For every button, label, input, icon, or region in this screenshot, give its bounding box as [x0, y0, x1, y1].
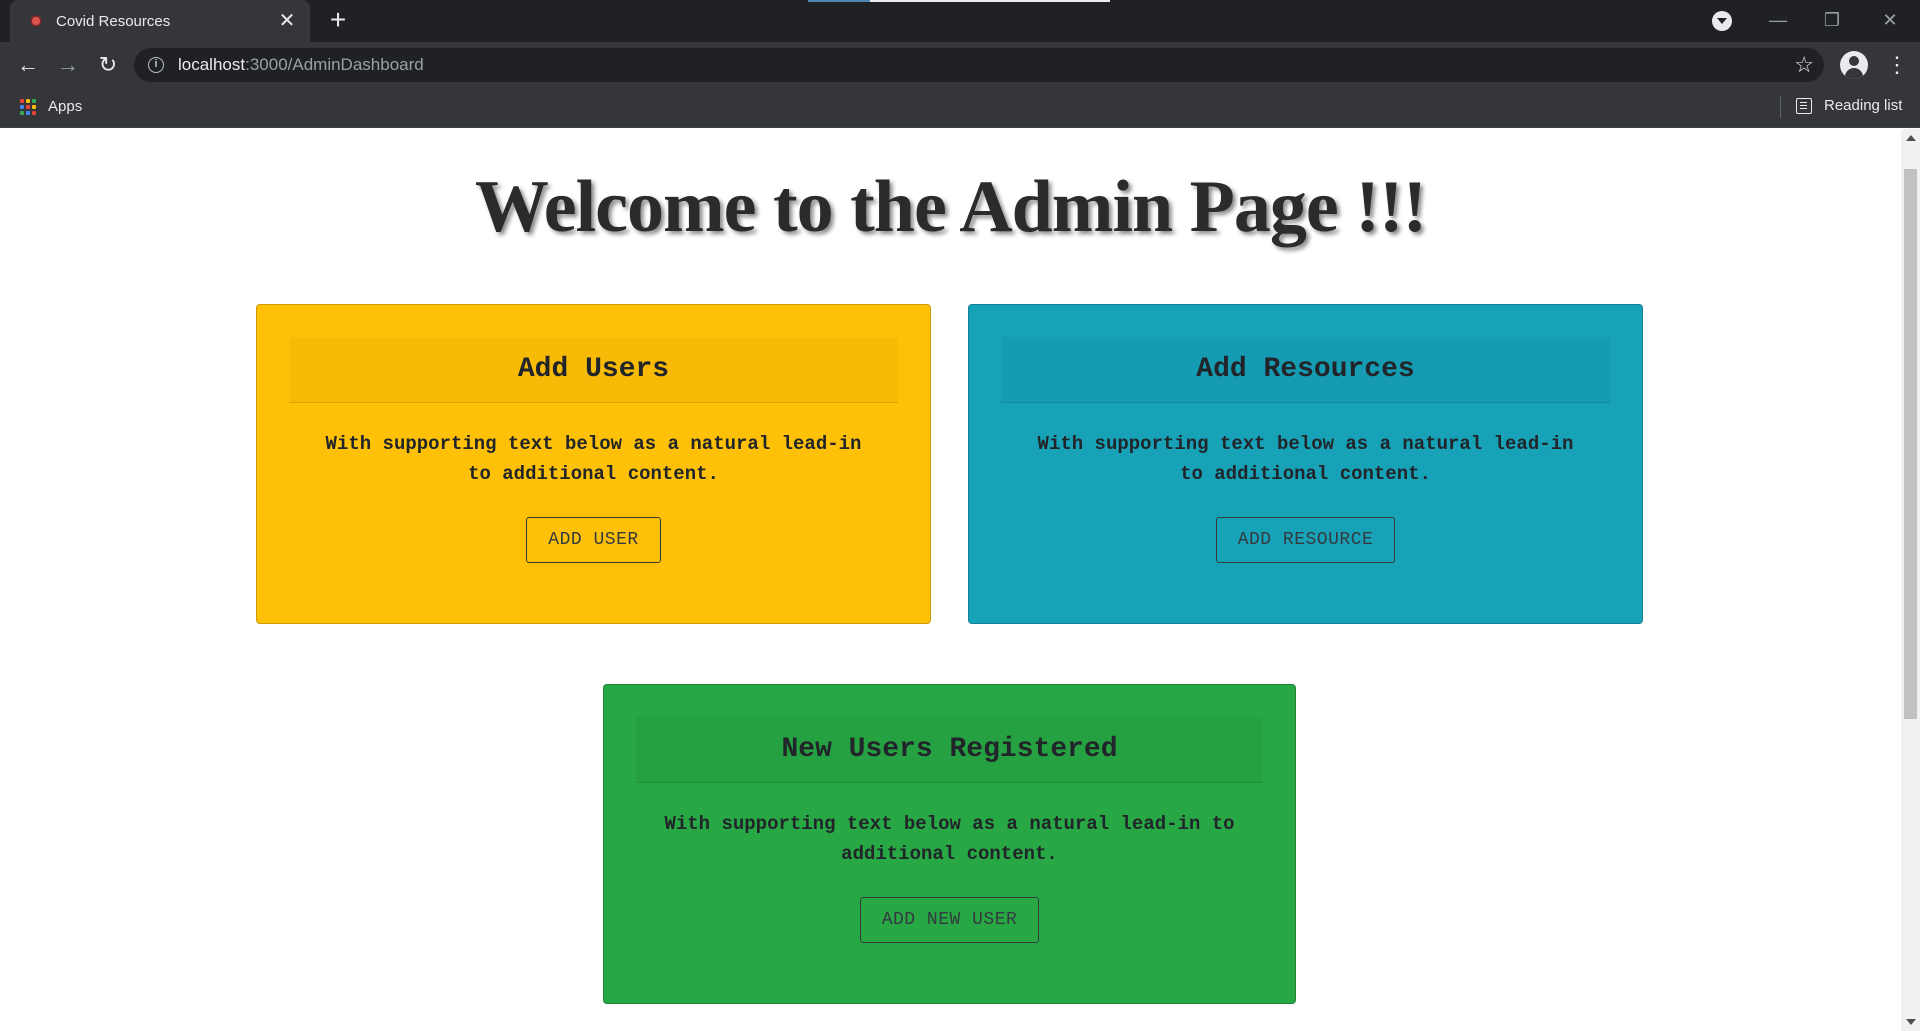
apps-label: Apps [48, 98, 83, 115]
restore-icon[interactable]: ❐ [1812, 6, 1852, 34]
forward-icon[interactable]: → [54, 51, 82, 79]
card-header: Add Resources [1001, 337, 1610, 403]
card-new-users-registered: New Users Registered With supporting tex… [603, 684, 1296, 1004]
vertical-scrollbar[interactable] [1901, 129, 1920, 1031]
url-path: :3000/AdminDashboard [245, 55, 424, 74]
card-add-resources: Add Resources With supporting text below… [968, 304, 1643, 624]
reading-list-button[interactable]: Reading list [1796, 97, 1902, 114]
browser-tab[interactable]: Covid Resources ✕ [10, 0, 310, 42]
menu-icon[interactable]: ⋮ [1886, 51, 1908, 79]
card-text: With supporting text below as a natural … [664, 813, 1235, 865]
apps-bookmark[interactable]: Apps [20, 98, 82, 115]
url-text[interactable]: localhost:3000/AdminDashboard [178, 55, 424, 75]
profile-icon[interactable] [1840, 51, 1868, 79]
card-text: With supporting text below as a natural … [325, 433, 862, 485]
card-header: New Users Registered [636, 717, 1263, 783]
tab-search-icon[interactable] [1712, 11, 1732, 31]
minimize-icon[interactable]: — [1758, 6, 1798, 34]
add-new-user-button[interactable]: ADD NEW USER [859, 897, 1040, 943]
page-viewport: Welcome to the Admin Page !!! Add Users … [0, 129, 1901, 1031]
page-title: Welcome to the Admin Page !!! [474, 166, 1427, 248]
window-close-icon[interactable]: ✕ [1870, 6, 1910, 34]
url-host: localhost [178, 55, 246, 74]
reload-icon[interactable]: ↻ [94, 51, 122, 79]
loading-indicator-track [870, 0, 1110, 2]
browser-toolbar: ← → ↻ i localhost:3000/AdminDashboard ☆ … [0, 42, 1920, 88]
bookmark-separator [1780, 96, 1781, 118]
back-icon[interactable]: ← [14, 51, 42, 79]
address-bar[interactable]: i localhost:3000/AdminDashboard ☆ [134, 48, 1824, 82]
add-user-button[interactable]: ADD USER [526, 517, 661, 563]
card-header: Add Users [289, 337, 898, 403]
tab-strip: Covid Resources ✕ + — ❐ ✕ [0, 0, 1920, 42]
scroll-thumb[interactable] [1904, 169, 1917, 719]
scroll-up-arrow-icon[interactable] [1906, 135, 1916, 141]
close-icon[interactable]: ✕ [276, 10, 298, 32]
card-add-users: Add Users With supporting text below as … [256, 304, 931, 624]
bookmarks-bar: Apps Reading list [0, 88, 1920, 128]
star-icon[interactable]: ☆ [1794, 52, 1814, 78]
favicon-icon [28, 13, 44, 29]
info-icon[interactable]: i [148, 57, 164, 73]
loading-indicator [808, 0, 870, 2]
apps-icon [20, 98, 36, 115]
reading-list-icon [1796, 97, 1812, 114]
scroll-down-arrow-icon[interactable] [1906, 1019, 1916, 1025]
card-text: With supporting text below as a natural … [1037, 433, 1574, 485]
add-resource-button[interactable]: ADD RESOURCE [1215, 517, 1396, 563]
tab-title: Covid Resources [56, 12, 171, 30]
plus-icon[interactable]: + [324, 6, 352, 34]
reading-list-label: Reading list [1824, 97, 1903, 114]
